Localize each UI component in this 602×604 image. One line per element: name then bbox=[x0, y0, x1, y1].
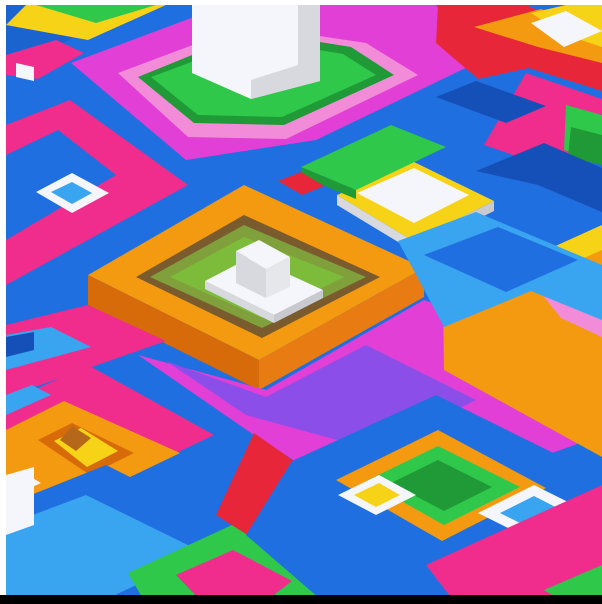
image-frame bbox=[0, 0, 602, 604]
isometric-artwork bbox=[6, 5, 602, 604]
bottom-black-bar bbox=[0, 595, 602, 604]
isometric-blocks-illustration bbox=[6, 5, 602, 604]
